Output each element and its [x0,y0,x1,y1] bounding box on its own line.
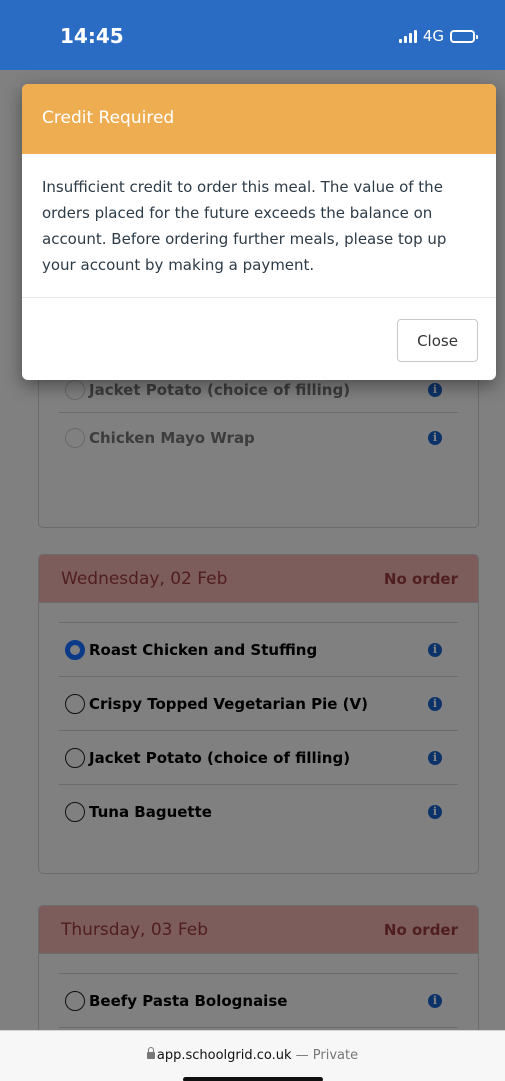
credit-required-dialog: Credit Required Insufficient credit to o… [22,84,496,380]
day-card-header: Wednesday, 02 Feb No order [39,555,478,603]
meal-name: Chicken Mayo Wrap [89,429,255,447]
info-icon[interactable]: i [428,382,442,397]
order-status: No order [383,569,458,588]
meal-name: Jacket Potato (choice of filling) [89,380,351,399]
url-domain: app.schoolgrid.co.uk [156,1048,292,1063]
meal-name: Tuna Baguette [89,803,212,821]
battery-icon [450,29,478,43]
meal-radio[interactable] [65,990,85,1011]
info-icon[interactable]: i [428,696,442,711]
info-icon[interactable]: i [428,431,442,445]
dialog-header: Credit Required [22,84,496,154]
meal-radio[interactable] [65,747,85,768]
meal-name: Beefy Pasta Bolognaise [89,991,288,1010]
meal-name: Jacket Potato (choice of filling) [89,748,351,767]
url-display[interactable]: app.schoolgrid.co.uk — Private [0,1047,505,1063]
meal-name: Roast Chicken and Stuffing [89,640,318,659]
status-time: 14:45 [60,24,124,48]
url-separator: — [295,1048,309,1063]
meal-row[interactable]: Roast Chicken and Stuffing i [59,623,458,677]
meal-row[interactable]: Tuna Baguette i [59,785,458,839]
meal-radio[interactable] [65,428,85,448]
meal-radio[interactable] [65,379,85,400]
status-bar: 14:45 4G [0,0,505,70]
meal-row[interactable]: Jacket Potato (choice of filling) i [59,731,458,785]
dialog-message: Insufficient credit to order this meal. … [22,154,496,298]
info-icon[interactable]: i [428,642,442,657]
day-card-header: Thursday, 03 Feb No order [39,906,478,954]
private-mode-label: Private [312,1048,359,1063]
meal-radio-selected[interactable] [65,639,85,660]
home-indicator[interactable] [183,1077,323,1081]
meal-name: Crispy Topped Vegetarian Pie (V) [89,694,368,713]
info-icon[interactable]: i [428,750,442,765]
day-date: Wednesday, 02 Feb [61,568,228,589]
status-indicators: 4G [398,27,478,45]
signal-icon [398,29,417,43]
browser-bottom-bar: app.schoolgrid.co.uk — Private [0,1030,505,1081]
network-type: 4G [422,27,444,45]
day-date: Thursday, 03 Feb [61,919,208,940]
lock-icon [146,1047,155,1059]
meal-row[interactable]: Crispy Topped Vegetarian Pie (V) i [59,677,458,731]
meal-radio[interactable] [65,802,85,822]
day-card-wednesday: Wednesday, 02 Feb No order Roast Chicken… [38,554,479,874]
order-status: No order [383,920,458,939]
dialog-footer: Close [22,298,496,380]
info-icon[interactable]: i [428,993,442,1008]
meal-row[interactable]: Chicken Mayo Wrap i [59,413,458,463]
meal-radio[interactable] [65,693,85,714]
info-icon[interactable]: i [428,805,442,819]
close-button[interactable]: Close [397,319,478,362]
day-card-thursday: Thursday, 03 Feb No order Beefy Pasta Bo… [38,905,479,1045]
meal-row[interactable]: Beefy Pasta Bolognaise i [59,974,458,1028]
